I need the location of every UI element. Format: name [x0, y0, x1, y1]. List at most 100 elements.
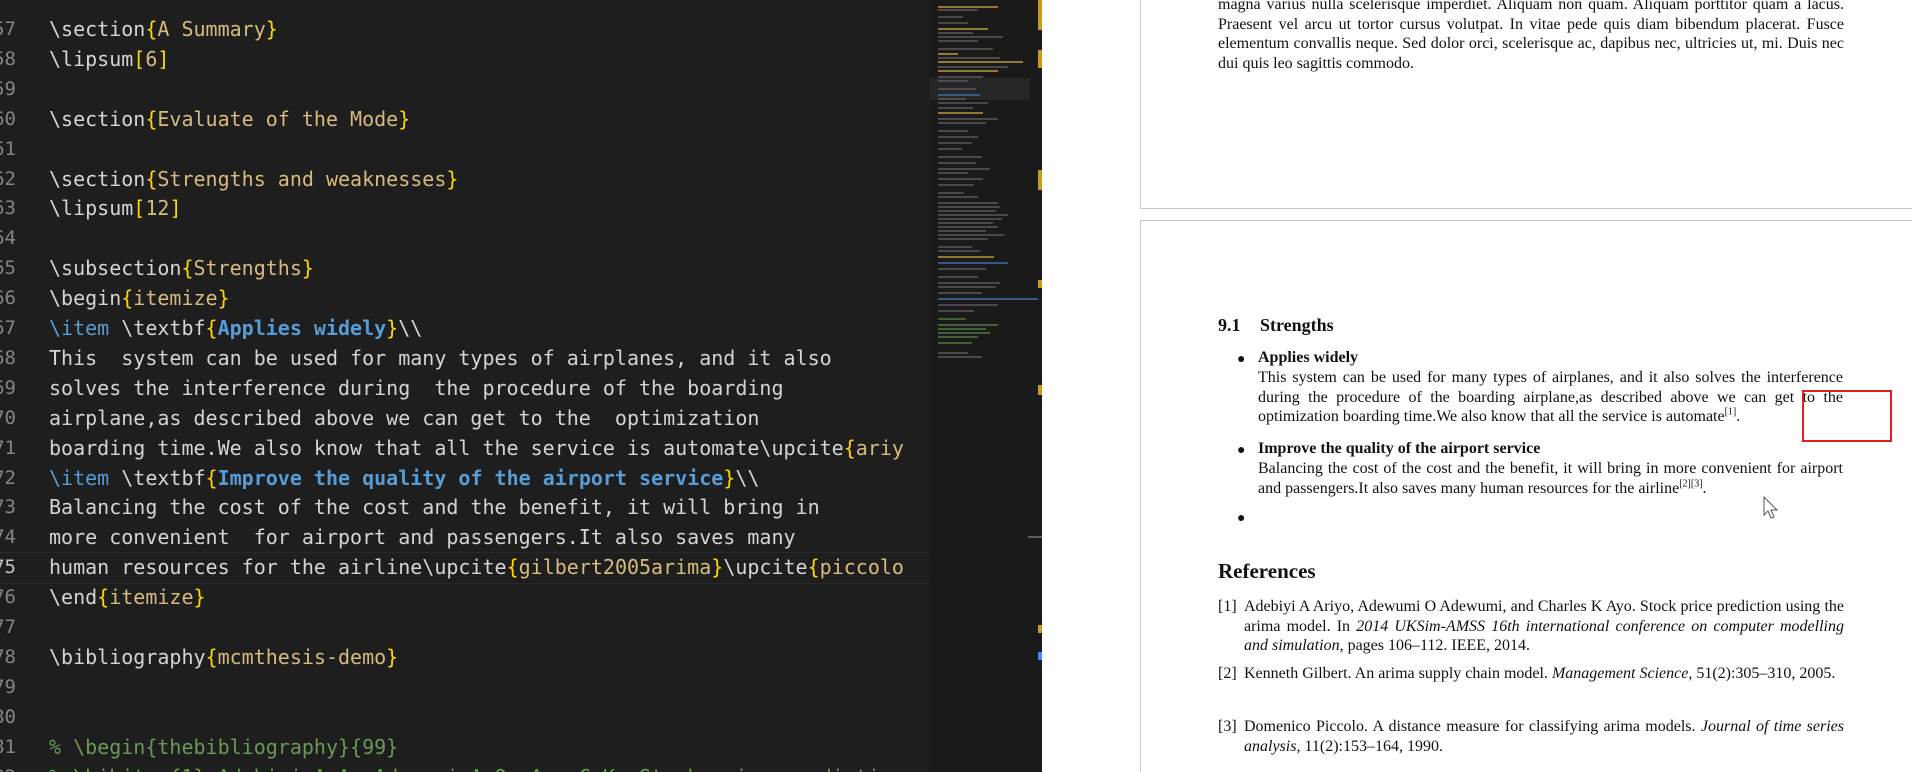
line-number: 77	[0, 616, 16, 638]
subsection-title: Strengths	[1260, 315, 1334, 335]
code-text: solves the interference during the proce…	[49, 375, 784, 400]
bullet-icon: ●	[1237, 443, 1246, 458]
minimap-line	[938, 328, 986, 330]
line-number: 61	[0, 137, 16, 160]
code-text: \section{A Summary}	[49, 17, 278, 41]
minimap-line	[938, 298, 1038, 300]
minimap-line	[938, 184, 974, 186]
minimap-line	[938, 352, 968, 354]
reference-item: [3] Domenico Piccolo. A distance measure…	[1218, 718, 1844, 755]
minimap-line	[938, 142, 972, 144]
minimap-line	[938, 276, 978, 278]
minimap-line	[938, 162, 976, 164]
minimap-line	[938, 256, 994, 258]
references-heading: References	[1218, 559, 1316, 583]
code-text: Balancing the cost of the cost and the b…	[49, 495, 820, 520]
minimap-line	[938, 66, 1008, 68]
line-number: 64	[0, 227, 16, 250]
item-body: This system can be used for many types o…	[1258, 369, 1843, 426]
minimap-line	[938, 226, 998, 228]
line-number: 79	[0, 675, 16, 698]
minimap-line	[938, 9, 978, 11]
scrollbar-slider[interactable]	[1028, 536, 1042, 538]
pdf-viewer[interactable]: magna varius nulla scelerisque imperdiet…	[1042, 0, 1912, 772]
item-body: Balancing the cost of the cost and the b…	[1258, 460, 1843, 497]
subsection-number: 9.1	[1218, 315, 1241, 335]
code-text: This system can be used for many types o…	[49, 345, 832, 370]
minimap-line	[938, 112, 983, 114]
minimap-line	[938, 246, 972, 248]
minimap-line	[938, 238, 988, 240]
line-number: 73	[0, 496, 16, 519]
minimap-line	[938, 107, 973, 109]
line-number: 60	[0, 107, 16, 130]
minimap-line	[938, 57, 1000, 59]
minimap-line	[938, 80, 968, 82]
minimap-line	[938, 40, 978, 42]
minimap-line	[938, 234, 1004, 236]
minimap-line	[938, 214, 1008, 216]
minimap-line	[938, 70, 998, 72]
code-text: boarding time.We also know that all the …	[49, 435, 904, 460]
minimap-line	[938, 168, 990, 170]
line-number: 68	[0, 346, 16, 369]
mouse-cursor-icon	[1763, 496, 1779, 519]
minimap-line	[938, 222, 993, 224]
code-text: % \begin{thebibliography}{99}	[49, 734, 399, 759]
minimap-line	[938, 292, 982, 294]
line-number: 76	[0, 586, 16, 609]
line-number: 57	[0, 18, 16, 40]
minimap[interactable]	[930, 0, 1042, 772]
bullet-icon: ●	[1237, 511, 1246, 526]
minimap-line	[938, 136, 978, 138]
line-number: 69	[0, 376, 16, 399]
minimap-line	[938, 304, 998, 306]
viewer-margin	[1042, 0, 1140, 772]
code-text: \section{Evaluate of the Mode}	[49, 106, 411, 131]
minimap-line	[938, 22, 968, 24]
line-number: 63	[0, 197, 16, 220]
minimap-line	[938, 102, 988, 104]
minimap-line	[938, 122, 986, 124]
code-editor[interactable]: 57 \section{A Summary} 58 \lipsum[6] 59 60 \se…	[0, 0, 1042, 772]
minimap-line	[938, 148, 962, 150]
minimap-line	[938, 53, 958, 55]
minimap-line	[938, 356, 982, 358]
line-number: 59	[0, 77, 16, 100]
pdf-page-previous: magna varius nulla scelerisque imperdiet…	[1140, 0, 1912, 209]
code-text: \lipsum[6]	[49, 46, 170, 71]
code-text: % \bibitem{1} Adebiyi A A, Adewumi A O, …	[49, 762, 904, 772]
line-number: 62	[0, 167, 16, 190]
minimap-line	[938, 286, 996, 288]
minimap-line	[938, 230, 986, 232]
line-number: 66	[0, 287, 16, 310]
minimap-line	[938, 210, 996, 212]
minimap-line	[938, 192, 964, 194]
code-text: \end{itemize}	[49, 585, 206, 610]
pdf-page-current: 9.1 Strengths ● Applies widely This syste…	[1140, 220, 1912, 772]
code-text: \lipsum[12]	[49, 196, 182, 221]
bullet-icon: ●	[1237, 352, 1246, 367]
minimap-line	[938, 61, 1023, 63]
minimap-line	[938, 218, 1002, 220]
line-number: 58	[0, 47, 16, 70]
minimap-line	[938, 156, 982, 158]
minimap-line	[938, 88, 976, 90]
minimap-line	[938, 48, 993, 50]
line-number: 70	[0, 406, 16, 429]
line-number: 75	[0, 556, 16, 579]
minimap-line	[938, 262, 1008, 264]
line-number: 78	[0, 645, 16, 668]
line-number: 80	[0, 705, 16, 728]
code-area[interactable]: 57 \section{A Summary} 58 \lipsum[6] 59 60 \se…	[0, 0, 930, 772]
minimap-line	[938, 332, 990, 334]
line-number: 67	[0, 317, 16, 339]
minimap-line	[938, 76, 983, 78]
minimap-line	[938, 36, 1003, 38]
code-text: airplane,as described above we can get t…	[49, 405, 760, 430]
minimap-line	[938, 196, 978, 198]
minimap-line	[938, 268, 986, 270]
code-text: \begin{itemize}	[49, 286, 230, 311]
minimap-line	[938, 130, 968, 132]
code-text: \item \textbf{Applies widely}\\	[49, 316, 423, 340]
